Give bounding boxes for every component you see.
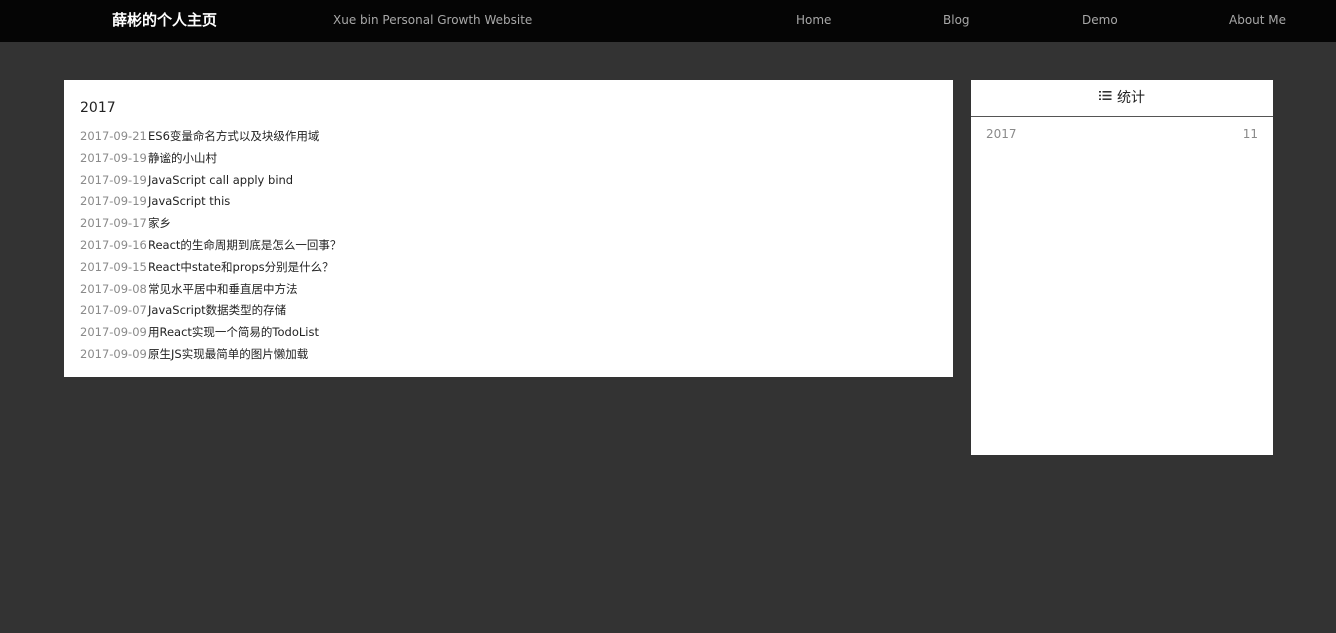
- post-title-link[interactable]: React中state和props分别是什么？: [148, 260, 334, 274]
- post-date: 2017-09-19: [80, 150, 147, 165]
- nav-link-blog[interactable]: Blog: [943, 11, 970, 29]
- post-list: 2017-09-21ES6变量命名方式以及块级作用域 2017-09-19静谧的…: [80, 126, 341, 366]
- site-brand-link[interactable]: 薛彬的个人主页: [112, 10, 217, 30]
- post-title-link[interactable]: 家乡: [148, 216, 171, 230]
- post-title-link[interactable]: ES6变量命名方式以及块级作用域: [148, 129, 319, 143]
- post-date: 2017-09-07: [80, 303, 147, 318]
- statistics-title: 统计: [1117, 90, 1145, 106]
- post-list-item: 2017-09-19JavaScript this: [80, 191, 341, 213]
- post-title-link[interactable]: 静谧的小山村: [148, 151, 217, 165]
- post-date: 2017-09-09: [80, 325, 147, 340]
- top-navbar: 薛彬的个人主页 Xue bin Personal Growth Website …: [0, 0, 1336, 42]
- statistics-header: 统计: [971, 80, 1273, 117]
- post-title-link[interactable]: JavaScript call apply bind: [148, 173, 293, 187]
- statistics-panel: 统计 2017 11: [971, 80, 1273, 455]
- post-title-link[interactable]: 常见水平居中和垂直居中方法: [148, 282, 298, 296]
- statistics-year: 2017: [986, 127, 1017, 141]
- post-date: 2017-09-15: [80, 259, 147, 274]
- post-date: 2017-09-17: [80, 216, 147, 231]
- post-list-item: 2017-09-19静谧的小山村: [80, 148, 341, 170]
- post-title-link[interactable]: JavaScript数据类型的存储: [148, 303, 286, 317]
- post-title-link[interactable]: 用React实现一个简易的TodoList: [148, 325, 319, 339]
- post-list-item: 2017-09-19JavaScript call apply bind: [80, 170, 341, 192]
- post-list-item: 2017-09-15React中state和props分别是什么？: [80, 257, 341, 279]
- post-date: 2017-09-09: [80, 346, 147, 361]
- nav-link-demo[interactable]: Demo: [1082, 11, 1118, 29]
- site-tagline: Xue bin Personal Growth Website: [333, 13, 533, 27]
- nav-link-about-me[interactable]: About Me: [1229, 11, 1286, 29]
- post-list-item: 2017-09-08常见水平居中和垂直居中方法: [80, 279, 341, 301]
- post-title-link[interactable]: React的生命周期到底是怎么一回事？: [148, 238, 341, 252]
- post-list-item: 2017-09-21ES6变量命名方式以及块级作用域: [80, 126, 341, 148]
- archive-panel: 2017 2017-09-21ES6变量命名方式以及块级作用域 2017-09-…: [64, 80, 953, 377]
- post-list-item: 2017-09-17家乡: [80, 213, 341, 235]
- nav-link-home[interactable]: Home: [796, 11, 831, 29]
- post-date: 2017-09-21: [80, 129, 147, 143]
- post-list-item: 2017-09-09原生JS实现最简单的图片懒加载: [80, 344, 341, 366]
- post-date: 2017-09-16: [80, 237, 147, 252]
- post-list-item: 2017-09-09用React实现一个简易的TodoList: [80, 322, 341, 344]
- post-date: 2017-09-08: [80, 281, 147, 296]
- post-title-link[interactable]: 原生JS实现最简单的图片懒加载: [148, 347, 308, 361]
- post-date: 2017-09-19: [80, 194, 147, 209]
- post-list-item: 2017-09-07JavaScript数据类型的存储: [80, 300, 341, 322]
- post-date: 2017-09-19: [80, 172, 147, 187]
- archive-year-heading: 2017: [80, 100, 116, 116]
- post-title-link[interactable]: JavaScript this: [148, 194, 230, 208]
- post-list-item: 2017-09-16React的生命周期到底是怎么一回事？: [80, 235, 341, 257]
- statistics-year-row[interactable]: 2017 11: [986, 124, 1258, 144]
- statistics-post-count: 11: [1242, 127, 1258, 141]
- list-icon: [1099, 79, 1112, 115]
